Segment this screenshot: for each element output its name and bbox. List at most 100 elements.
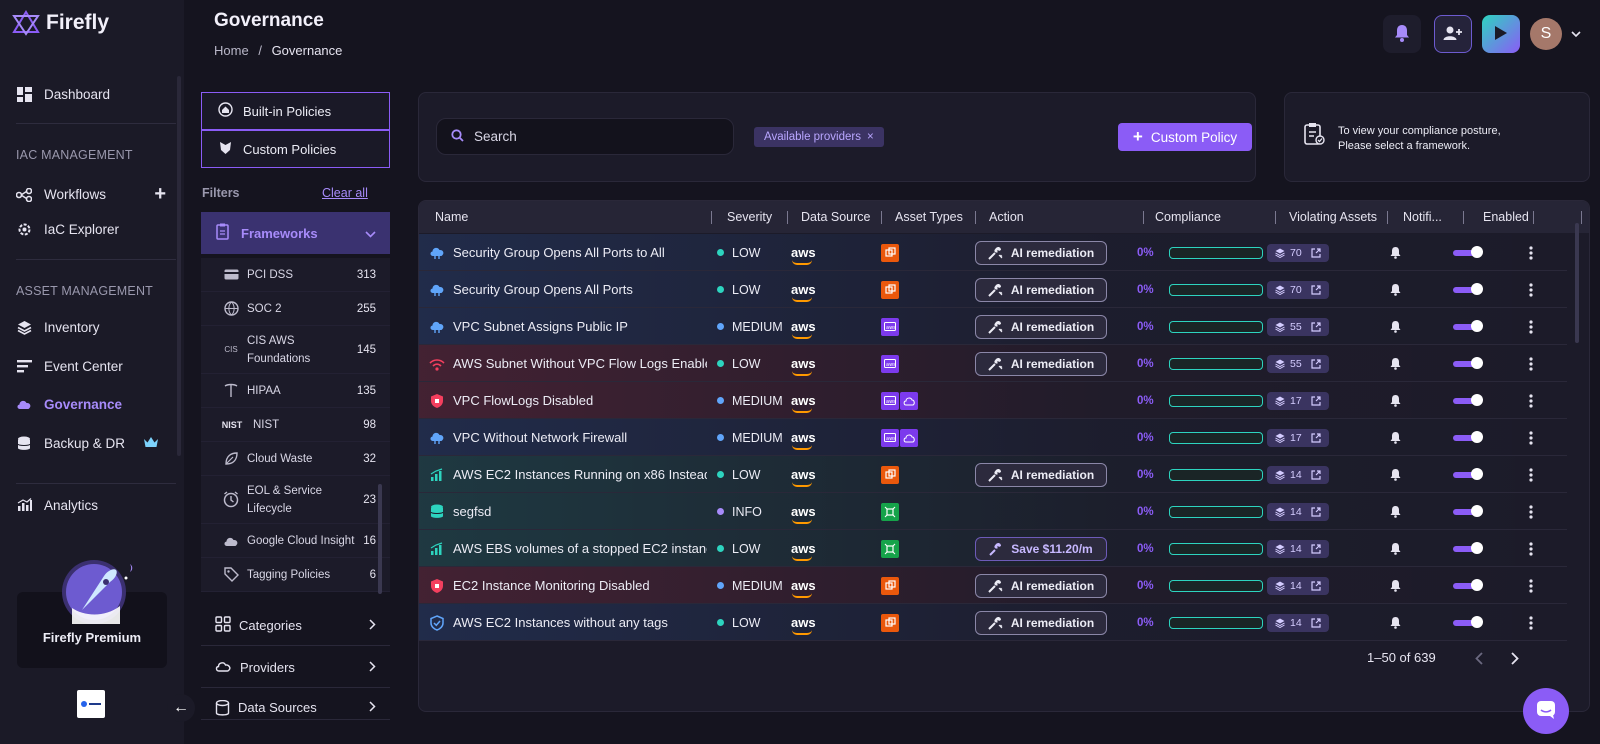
col-notifications[interactable]: Notifi... xyxy=(1403,201,1442,233)
policy-name[interactable]: VPC Subnet Assigns Public IP xyxy=(453,308,707,345)
table-row[interactable]: AWS EC2 Instances without any tags LOW aws… xyxy=(419,604,1567,641)
ai-remediation-button[interactable]: AI remediation xyxy=(975,610,1107,635)
nav-backup-dr[interactable]: Backup & DR xyxy=(16,435,166,451)
table-row[interactable]: Security Group Opens All Ports to All LOW… xyxy=(419,234,1567,271)
enabled-toggle[interactable] xyxy=(1453,345,1483,382)
categories-section[interactable]: Categories xyxy=(201,606,390,646)
save-cost-button[interactable]: Save $11.20/m xyxy=(975,536,1107,561)
nav-analytics[interactable]: Analytics xyxy=(16,497,166,513)
row-menu-button[interactable] xyxy=(1525,234,1537,271)
col-separator[interactable] xyxy=(711,211,712,224)
bell-icon[interactable] xyxy=(1385,456,1405,493)
framework-item-cis-aws[interactable]: CIS CIS AWS Foundations 145 xyxy=(201,326,390,374)
chevron-down-icon[interactable] xyxy=(1571,26,1581,41)
table-row[interactable]: AWS Subnet Without VPC Flow Logs Enabled… xyxy=(419,345,1567,382)
nav-workflows[interactable]: Workflows + xyxy=(16,183,166,206)
table-row[interactable]: VPC FlowLogs Disabled MEDIUM aws aws 0% 17 xyxy=(419,382,1567,419)
row-menu-button[interactable] xyxy=(1525,530,1537,567)
ai-remediation-button[interactable]: AI remediation xyxy=(975,573,1107,598)
table-row[interactable]: VPC Subnet Assigns Public IP MEDIUM aws aws… xyxy=(419,308,1567,345)
col-separator[interactable] xyxy=(787,211,788,224)
col-action[interactable]: Action xyxy=(989,201,1024,233)
policy-name[interactable]: AWS EC2 Instances without any tags xyxy=(453,604,707,641)
policy-name[interactable]: Security Group Opens All Ports to All xyxy=(453,234,707,271)
enabled-toggle[interactable] xyxy=(1453,456,1483,493)
notifications-button[interactable] xyxy=(1383,15,1421,53)
col-separator[interactable] xyxy=(1581,211,1582,224)
col-separator[interactable] xyxy=(881,211,882,224)
ai-remediation-button[interactable]: AI remediation xyxy=(975,351,1107,376)
next-page-button[interactable] xyxy=(1511,652,1519,668)
violating-assets-badge[interactable]: 14 xyxy=(1267,502,1329,521)
policy-name[interactable]: Security Group Opens All Ports xyxy=(453,271,707,308)
framework-item-cloud-waste[interactable]: Cloud Waste 32 xyxy=(201,442,390,476)
invite-user-button[interactable] xyxy=(1434,15,1472,53)
ai-remediation-button[interactable]: AI remediation xyxy=(975,314,1107,339)
ai-remediation-button[interactable]: AI remediation xyxy=(975,240,1107,265)
violating-assets-badge[interactable]: 14 xyxy=(1267,465,1329,484)
col-violating-assets[interactable]: Violating Assets xyxy=(1289,201,1378,233)
row-menu-button[interactable] xyxy=(1525,604,1537,641)
violating-assets-badge[interactable]: 17 xyxy=(1267,428,1329,447)
violating-assets-badge[interactable]: 17 xyxy=(1267,391,1329,410)
col-enabled[interactable]: Enabled xyxy=(1483,201,1529,233)
bell-icon[interactable] xyxy=(1385,604,1405,641)
table-row[interactable]: segfsd INFO aws 0% 14 xyxy=(419,493,1567,530)
col-asset-types[interactable]: Asset Types xyxy=(895,201,963,233)
custom-policy-button[interactable]: + Custom Policy xyxy=(1118,123,1252,151)
violating-assets-badge[interactable]: 14 xyxy=(1267,613,1329,632)
violating-assets-badge[interactable]: 55 xyxy=(1267,354,1329,373)
enabled-toggle[interactable] xyxy=(1453,271,1483,308)
enabled-toggle[interactable] xyxy=(1453,419,1483,456)
row-menu-button[interactable] xyxy=(1525,567,1537,604)
collapse-nav-button[interactable]: ← xyxy=(167,694,195,722)
policy-name[interactable]: VPC Without Network Firewall xyxy=(453,419,707,456)
available-providers-chip[interactable]: Available providers × xyxy=(754,127,884,147)
play-button[interactable] xyxy=(1482,15,1520,53)
prev-page-button[interactable] xyxy=(1475,652,1483,668)
ai-remediation-button[interactable]: AI remediation xyxy=(975,462,1107,487)
row-menu-button[interactable] xyxy=(1525,308,1537,345)
breadcrumb-home[interactable]: Home xyxy=(214,43,249,58)
row-menu-button[interactable] xyxy=(1525,345,1537,382)
bell-icon[interactable] xyxy=(1385,271,1405,308)
close-icon[interactable]: × xyxy=(867,131,874,143)
builtin-policies-button[interactable]: Built-in Policies xyxy=(201,92,390,130)
row-menu-button[interactable] xyxy=(1525,493,1537,530)
col-name[interactable]: Name xyxy=(435,201,469,233)
violating-assets-badge[interactable]: 55 xyxy=(1267,317,1329,336)
enabled-toggle[interactable] xyxy=(1453,530,1483,567)
nav-dashboard[interactable]: Dashboard xyxy=(16,86,166,102)
clear-all-link[interactable]: Clear all xyxy=(322,186,368,200)
table-row[interactable]: AWS EBS volumes of a stopped EC2 instanc… xyxy=(419,530,1567,567)
col-separator[interactable] xyxy=(1387,211,1388,224)
table-row[interactable]: AWS EC2 Instances Running on x86 Instead… xyxy=(419,456,1567,493)
col-severity[interactable]: Severity xyxy=(727,201,773,233)
enabled-toggle[interactable] xyxy=(1453,308,1483,345)
violating-assets-badge[interactable]: 70 xyxy=(1267,243,1329,262)
row-menu-button[interactable] xyxy=(1525,419,1537,456)
avatar[interactable]: S xyxy=(1530,18,1562,50)
table-row[interactable]: VPC Without Network Firewall MEDIUM aws aws… xyxy=(419,419,1567,456)
policy-name[interactable]: AWS Subnet Without VPC Flow Logs Enabled xyxy=(453,345,707,382)
ai-remediation-button[interactable]: AI remediation xyxy=(975,277,1107,302)
violating-assets-badge[interactable]: 14 xyxy=(1267,539,1329,558)
violating-assets-badge[interactable]: 70 xyxy=(1267,280,1329,299)
enabled-toggle[interactable] xyxy=(1453,382,1483,419)
enabled-toggle[interactable] xyxy=(1453,493,1483,530)
framework-item-eol[interactable]: EOL & Service Lifecycle 23 xyxy=(201,476,390,524)
col-data-source[interactable]: Data Source xyxy=(801,201,871,233)
framework-item-hipaa[interactable]: HIPAA 135 xyxy=(201,374,390,408)
policy-name[interactable]: AWS EC2 Instances Running on x86 Instead… xyxy=(453,456,707,493)
col-separator[interactable] xyxy=(1533,211,1534,224)
bell-icon[interactable] xyxy=(1385,345,1405,382)
framework-item-google-cloud[interactable]: Google Cloud Insight 16 xyxy=(201,524,390,558)
frameworks-scrollbar[interactable] xyxy=(378,484,382,594)
bell-icon[interactable] xyxy=(1385,530,1405,567)
nav-scrollbar[interactable] xyxy=(177,76,181,456)
col-compliance[interactable]: Compliance xyxy=(1155,201,1222,233)
row-menu-button[interactable] xyxy=(1525,456,1537,493)
policy-name[interactable]: VPC FlowLogs Disabled xyxy=(453,382,707,419)
framework-item-nist[interactable]: NIST NIST 98 xyxy=(201,408,390,442)
bell-icon[interactable] xyxy=(1385,308,1405,345)
